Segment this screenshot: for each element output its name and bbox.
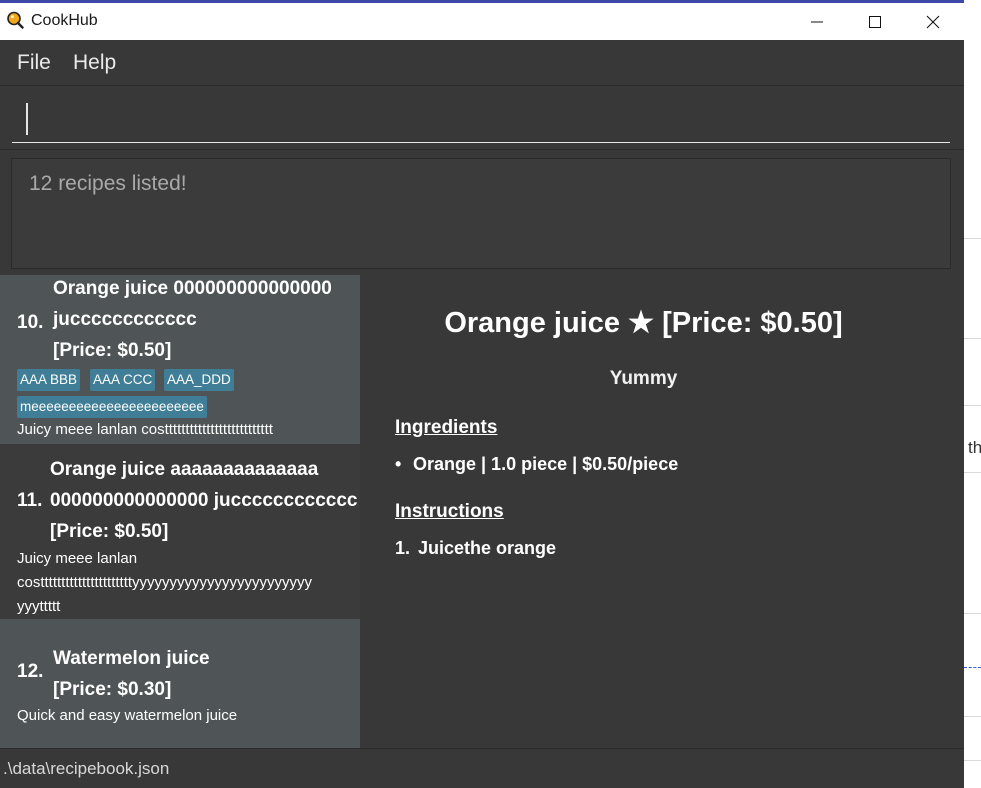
text-caret	[26, 103, 28, 135]
recipe-index: 11.	[17, 490, 43, 511]
recipe-price: [Price: $0.50]	[50, 521, 169, 542]
result-message: 12 recipes listed!	[29, 172, 187, 195]
instruction-item: Juicethe orange	[418, 538, 557, 558]
instructions-heading: Instructions	[395, 501, 504, 522]
recipe-description: Juicy meee lanlan costtttttttttttttttttt…	[17, 421, 273, 438]
close-button[interactable]	[904, 3, 962, 40]
recipe-card[interactable]: 10. Orange juice 000000000000000 juccccc…	[0, 275, 360, 444]
ingredient-item: Orange | 1.0 piece | $0.50/piece	[413, 454, 679, 474]
background-window	[964, 0, 981, 788]
detail-description: Yummy	[609, 368, 678, 389]
recipe-tag: AAA BBB	[17, 369, 81, 391]
app-logo-icon	[7, 11, 24, 29]
recipe-tag: AAA_DDD	[164, 369, 234, 391]
result-display-area: 12 recipes listed!	[0, 149, 964, 277]
recipe-description-line: costtttttttttttttttttttttyyyyyyyyyyyyyyy…	[17, 574, 313, 591]
title-bar[interactable]: CookHub	[0, 3, 964, 40]
command-input[interactable]	[12, 98, 950, 143]
recipe-name-line: Watermelon juice	[53, 648, 210, 669]
menu-bar: File Help	[0, 40, 964, 86]
maximize-icon	[869, 15, 881, 28]
recipe-index: 12.	[17, 661, 44, 682]
background-divider	[964, 238, 981, 239]
recipe-index: 10.	[17, 312, 44, 333]
maximize-button[interactable]	[846, 3, 904, 40]
recipe-description-line: yyyttttt	[17, 598, 61, 615]
recipe-name-line: 000000000000000 jucccccccccccc	[50, 490, 358, 511]
recipe-list-panel[interactable]: 10. Orange juice 000000000000000 juccccc…	[0, 275, 360, 748]
recipe-description-line: Juicy meee lanlan	[17, 550, 138, 567]
recipe-detail-panel: Orange juice ★ [Price: $0.50] Yummy Ingr…	[360, 275, 964, 748]
background-text: th	[968, 438, 981, 457]
recipe-price: [Price: $0.30]	[53, 679, 172, 700]
ingredients-heading: Ingredients	[395, 417, 498, 438]
recipe-card[interactable]: 11. Orange juice aaaaaaaaaaaaaa 00000000…	[0, 444, 360, 619]
background-divider	[964, 613, 981, 614]
recipe-price: [Price: $0.50]	[53, 340, 172, 361]
detail-title: Orange juice ★ [Price: $0.50]	[444, 307, 843, 339]
cookhub-window: CookHub File Help 12 recipes listed! 10.	[0, 3, 964, 788]
instruction-number: 1.	[395, 538, 411, 558]
minimize-icon	[811, 21, 823, 22]
command-box-area	[0, 86, 964, 149]
recipe-name-line: Orange juice 000000000000000	[53, 278, 332, 299]
close-icon	[926, 15, 940, 28]
background-dashed-line	[964, 667, 981, 668]
background-divider	[964, 338, 981, 339]
background-divider	[964, 716, 981, 717]
recipe-card[interactable]: 12. Watermelon juice [Price: $0.30] Quic…	[0, 619, 360, 748]
window-title: CookHub	[31, 12, 98, 29]
recipe-name-line: Orange juice aaaaaaaaaaaaaa	[50, 459, 319, 480]
file-path: .\data\recipebook.json	[3, 759, 170, 778]
background-divider	[964, 405, 981, 406]
background-divider	[964, 472, 981, 473]
menu-help[interactable]: Help	[73, 51, 116, 75]
result-display[interactable]: 12 recipes listed!	[11, 158, 951, 269]
bullet-icon: •	[395, 454, 402, 474]
background-divider	[964, 760, 981, 761]
recipe-name-line: jucccccccccccc	[53, 309, 197, 330]
recipe-tag: meeeeeeeeeeeeeeeeeeeeeee	[17, 396, 207, 418]
minimize-button[interactable]	[788, 3, 846, 40]
recipe-description: Quick and easy watermelon juice	[17, 707, 238, 724]
status-bar: .\data\recipebook.json	[0, 748, 964, 788]
menu-file[interactable]: File	[17, 51, 51, 75]
recipe-tag: AAA CCC	[90, 369, 156, 391]
